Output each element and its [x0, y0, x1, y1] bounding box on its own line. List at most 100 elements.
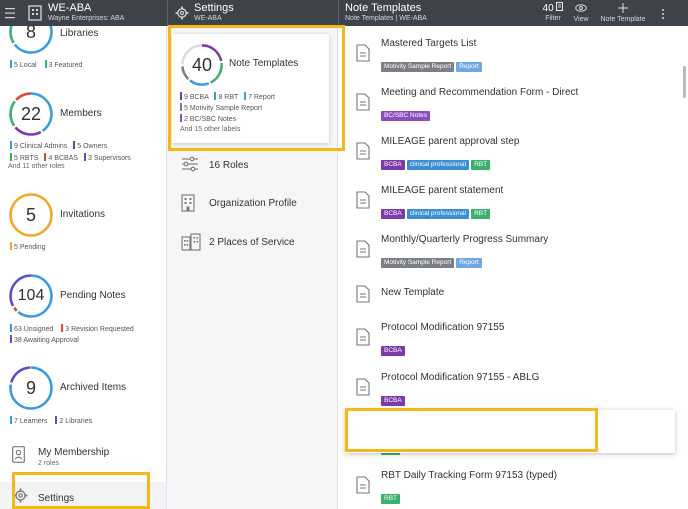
label-tag: RBT	[471, 209, 491, 219]
template-row[interactable]: Protocol Modification 97155 BCBA	[338, 322, 688, 367]
meta-bar	[61, 324, 64, 332]
more-icon[interactable]	[661, 8, 665, 20]
template-name: Protocol Modification 97155 - ABLG	[381, 372, 540, 383]
settings-header: Settings WE-ABA	[168, 0, 338, 26]
plus-icon	[618, 3, 628, 13]
members-count: 22	[20, 104, 42, 124]
label-tag: BCBA	[381, 160, 405, 170]
settings-item[interactable]: Settings	[0, 482, 166, 509]
template-tags: BCBA clinical professional RBT	[381, 153, 492, 170]
meta-text: 8 RBT	[218, 94, 239, 101]
label-tag: Report	[456, 258, 482, 268]
label-tag: RBT	[381, 494, 400, 504]
org-header[interactable]: WE-ABA Wayne Enterprises: ABA	[0, 0, 167, 26]
template-name: Protocol Modification 97155	[381, 322, 505, 333]
template-row[interactable]: MILEAGE parent approval step BCBA clinical…	[338, 136, 688, 181]
archived-title: Archived Items	[60, 382, 127, 393]
template-name: MILEAGE parent approval step	[381, 136, 520, 147]
filter-icon	[556, 2, 564, 11]
meta-bar	[214, 92, 217, 100]
meta-text: 63 Unsigned	[14, 326, 54, 333]
invitations-count: 5	[25, 205, 36, 225]
eye-icon	[575, 4, 587, 12]
meta-text: 3 Featured	[48, 62, 83, 69]
gear-icon	[175, 6, 189, 20]
document-icon	[356, 142, 370, 160]
filter-count: 40	[542, 3, 554, 14]
my-membership-sub: 2 roles	[38, 460, 60, 467]
roles-item[interactable]: 16 Roles	[167, 152, 337, 182]
filter-button[interactable]: 40 Filter	[538, 2, 568, 22]
meta-bar	[10, 242, 12, 250]
settings-label: Settings	[38, 493, 75, 504]
template-name: New Template	[381, 287, 445, 298]
places-of-service-item[interactable]: 2 Places of Service	[167, 229, 337, 259]
my-membership-item[interactable]: My Membership 2 roles	[0, 442, 166, 472]
pending-notes-title: Pending Notes	[60, 290, 126, 301]
invitations-meta: 5 Pending	[10, 242, 46, 251]
org-title: WE-ABA	[48, 2, 92, 14]
template-row[interactable]: MILEAGE parent statement BCBA clinical pro…	[338, 185, 688, 230]
meta-text: 3 Supervisors	[88, 155, 131, 162]
libraries-meta: 5 Local 3 Featured	[10, 60, 82, 69]
selected-template-row[interactable]	[345, 410, 675, 453]
members-more: And 11 other roles	[8, 163, 65, 170]
add-note-template-button[interactable]: Note Template	[595, 2, 651, 23]
libraries-count: 8	[25, 26, 36, 42]
document-icon	[356, 93, 370, 111]
template-row[interactable]: Meeting and Recommendation Form - Direct…	[338, 87, 688, 132]
hamburger-icon[interactable]	[5, 7, 15, 19]
meta-bar	[180, 114, 182, 122]
meta-bar	[10, 60, 12, 68]
meta-bar	[84, 153, 86, 161]
document-icon	[356, 328, 370, 346]
meta-text: 5 Local	[14, 62, 37, 69]
gear-icon	[13, 488, 28, 503]
label-tag: Motivity Sample Report	[381, 258, 455, 268]
template-row[interactable]: Mastered Targets List Motivity Sample Rep…	[338, 38, 688, 83]
archived-count: 9	[25, 378, 36, 398]
template-name: RBT Daily Tracking Form 97153 (typed)	[381, 470, 557, 481]
document-icon	[356, 240, 370, 258]
organization-profile-item[interactable]: Organization Profile	[167, 190, 337, 220]
organization-profile-label: Organization Profile	[209, 198, 297, 209]
meta-text: 5 Motivity Sample Report	[184, 105, 263, 112]
meta-bar	[44, 60, 47, 68]
scrollbar-thumb[interactable]	[683, 66, 686, 98]
meta-text: 38 Awaiting Approval	[14, 337, 79, 344]
meta-text: 9 BCBA	[184, 94, 209, 101]
template-row[interactable]: RBT Daily Tracking Form 97153 (typed) RBT	[338, 470, 688, 509]
places-icon	[181, 233, 201, 251]
my-membership-title: My Membership	[38, 447, 110, 458]
archived-meta: 7 Learners 2 Libraries	[10, 416, 92, 425]
meta-bar	[10, 416, 12, 424]
view-label: View	[573, 16, 589, 23]
label-tag: BCBA	[381, 346, 405, 356]
meta-bar	[180, 103, 182, 111]
meta-bar	[244, 92, 247, 100]
template-tags: BC/SBC Notes	[381, 104, 432, 121]
template-tags: Motivity Sample Report Report	[381, 55, 484, 72]
template-row[interactable]: Monthly/Quarterly Progress Summary Motivi…	[338, 234, 688, 279]
meta-text: 2 Libraries	[59, 418, 93, 425]
meta-text: 7 Learners	[14, 418, 48, 425]
meta-text: 5 Owners	[77, 143, 108, 150]
meta-bar	[10, 335, 12, 343]
members-title: Members	[60, 108, 102, 119]
pending-notes-meta-row2: 38 Awaiting Approval	[10, 335, 79, 344]
label-tag: RBT	[471, 160, 491, 170]
meta-bar	[73, 141, 76, 149]
pending-notes-meta-row1: 63 Unsigned 3 Revision Requested	[10, 324, 134, 333]
members-meta-row2: 5 RBTS 4 BCBAS 3 Supervisors	[10, 153, 131, 162]
template-tags: BCBA	[381, 389, 407, 406]
view-button[interactable]: View	[569, 2, 593, 23]
meta-text: 3 Revision Requested	[65, 326, 134, 333]
members-meta-row1: 9 Clinical Admins 5 Owners	[10, 141, 107, 150]
org-icon	[28, 5, 42, 21]
template-tags: BCBA	[381, 339, 407, 356]
document-icon	[356, 378, 370, 396]
meta-bar	[10, 324, 12, 332]
org-subtitle: Wayne Enterprises: ABA	[48, 15, 125, 22]
note-templates-card[interactable]: 40 Note Templates 9 BCBA 8 RBT 7 Report …	[172, 34, 329, 143]
places-of-service-label: 2 Places of Service	[209, 237, 295, 248]
